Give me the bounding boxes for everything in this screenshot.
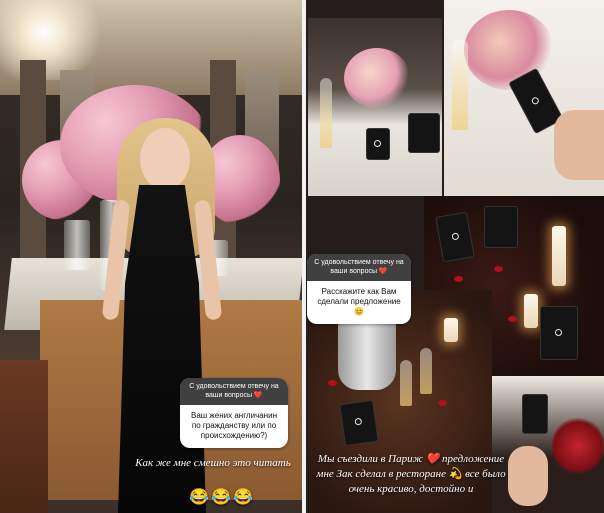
ring-box	[540, 306, 578, 360]
champagne-glass	[420, 348, 432, 394]
woman-face	[140, 128, 190, 190]
story-caption: Как же мне смешно это читать	[135, 457, 291, 469]
laughing-emojis: 😂😂😂	[189, 489, 255, 506]
champagne-glass	[452, 40, 468, 130]
question-sticker-text: Ваш жених англичанин по гражданству или …	[190, 411, 277, 440]
ring	[374, 140, 381, 147]
chandelier	[0, 0, 110, 80]
ring	[530, 96, 541, 106]
question-sticker-text: Расскажите как Вам сделали предложение😊	[317, 287, 401, 316]
photo-table-bouquet	[308, 18, 442, 196]
ice-bucket	[338, 320, 396, 390]
gift-bag	[408, 113, 440, 153]
question-sticker[interactable]: С удовольствием отвечу на ваши вопросы ❤…	[180, 378, 288, 448]
candle	[444, 318, 458, 342]
candle	[524, 294, 538, 328]
photo-hand-ring	[492, 376, 604, 513]
rose-petal	[494, 266, 503, 272]
champagne-glass	[320, 78, 332, 148]
rose-petal	[328, 380, 337, 386]
rose-petal	[454, 276, 463, 282]
champagne-glass	[400, 360, 412, 406]
ring-box	[366, 128, 390, 160]
hand	[554, 110, 604, 180]
question-sticker[interactable]: С удовольствием отвечу на ваши вопросы ❤…	[307, 254, 411, 324]
ring-box	[435, 211, 475, 263]
glass-vase	[64, 220, 90, 270]
ring	[354, 417, 363, 426]
question-sticker-header: С удовольствием отвечу на ваши вопросы ❤…	[180, 378, 288, 405]
ring-box	[339, 399, 379, 447]
ring	[555, 329, 562, 336]
story-caption: Мы съездили в Париж ❤️ предложение мне З…	[316, 453, 506, 495]
ring-box	[484, 206, 518, 248]
ring-box	[522, 394, 548, 434]
right-story-panel: С удовольствием отвечу на ваши вопросы ❤…	[306, 0, 604, 513]
ring	[451, 232, 460, 241]
hand	[508, 446, 548, 506]
photo-hand-ring-box	[444, 0, 604, 196]
red-roses	[552, 416, 604, 476]
rose-bouquet	[344, 48, 410, 108]
rose-petal	[508, 316, 517, 322]
rose-petal	[438, 400, 447, 406]
red-chair	[0, 360, 48, 513]
question-sticker-header: С удовольствием отвечу на ваши вопросы ❤…	[307, 254, 411, 281]
candle	[552, 226, 566, 286]
left-story-panel: С удовольствием отвечу на ваши вопросы ❤…	[0, 0, 302, 513]
